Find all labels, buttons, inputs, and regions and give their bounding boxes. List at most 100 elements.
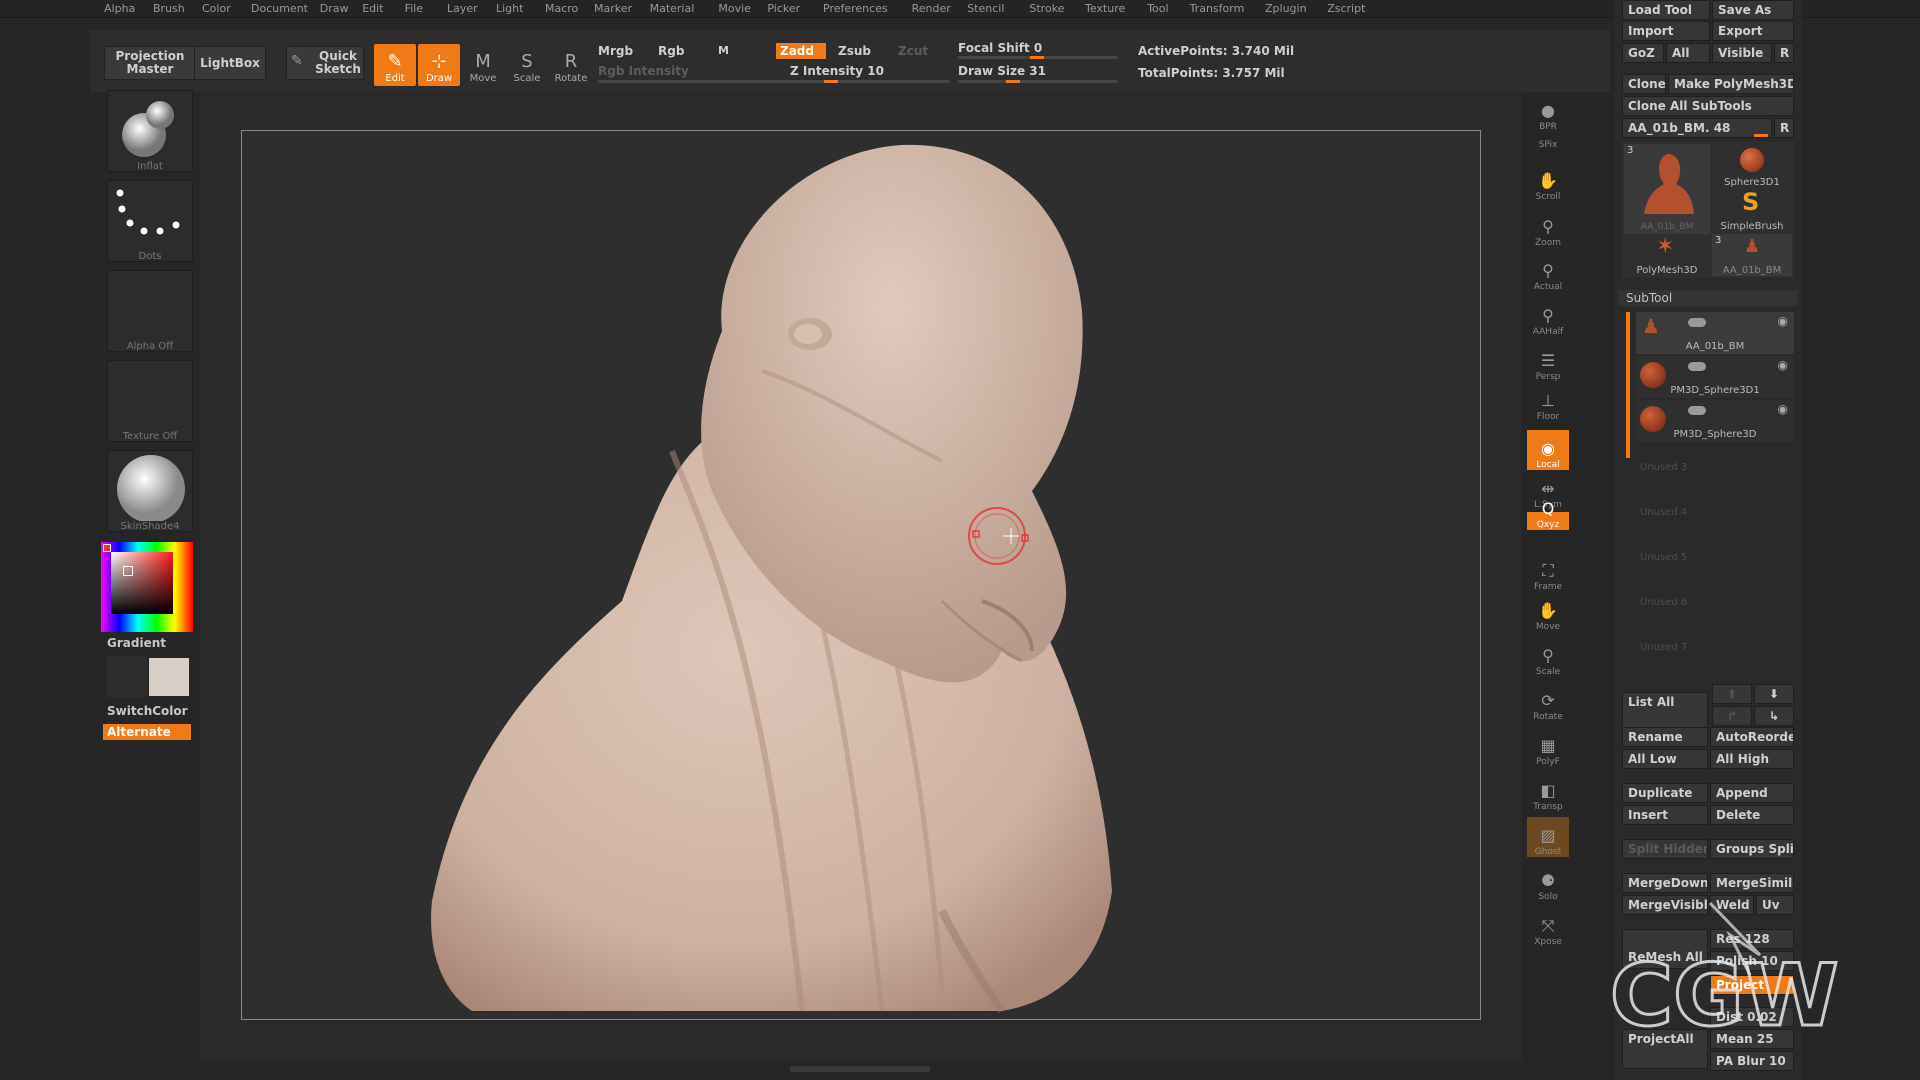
menu-picker[interactable]: Picker (767, 2, 800, 15)
right-rotate-button[interactable]: ⟳ Rotate (1527, 682, 1569, 723)
menu-color[interactable]: Color (202, 2, 231, 15)
right-bpr-button[interactable]: ● BPR (1527, 92, 1569, 133)
menu-zplugin[interactable]: Zplugin (1265, 2, 1307, 15)
tool-thumb-sphere3d1[interactable]: Sphere3D1 (1712, 144, 1792, 188)
eye-icon[interactable]: ◉ (1778, 402, 1788, 416)
menu-light[interactable]: Light (496, 2, 523, 15)
menu-texture[interactable]: Texture (1085, 2, 1125, 15)
all-high-button[interactable]: All High (1710, 749, 1794, 769)
move-up-button[interactable]: ⬆ (1712, 684, 1752, 704)
rename-button[interactable]: Rename (1622, 727, 1708, 747)
menu-brush[interactable]: Brush (153, 2, 185, 15)
color-picker[interactable] (101, 542, 193, 632)
visible-button[interactable]: Visible (1712, 43, 1772, 63)
list-all-button[interactable]: List All (1622, 692, 1708, 730)
pa-blur-slider[interactable]: PA Blur 10 (1710, 1051, 1794, 1071)
tool-move-button[interactable]: M Move (462, 44, 504, 86)
right-floor-button[interactable]: ⊥ Floor (1527, 382, 1569, 423)
quick-sketch-button[interactable]: ✎ Quick Sketch (286, 46, 364, 80)
right-frame-button[interactable]: ⛶ Frame (1527, 552, 1569, 593)
split-hidden-button[interactable]: Split Hidden (1622, 839, 1708, 859)
tool-thumb-simplebrush[interactable]: S SimpleBrush (1712, 188, 1792, 232)
color-picker-square[interactable] (111, 552, 173, 614)
texture-thumbnail[interactable]: Texture Off (107, 360, 193, 442)
zsub-toggle[interactable]: Zsub (838, 44, 871, 58)
switchcolor-button[interactable]: SwitchColor (107, 704, 188, 718)
menu-stencil[interactable]: Stencil (967, 2, 1004, 15)
menu-preferences[interactable]: Preferences (823, 2, 888, 15)
tool-rotate-button[interactable]: R Rotate (550, 44, 592, 86)
draw-size-track[interactable] (958, 80, 1118, 83)
move-down-button[interactable]: ⬇ (1754, 684, 1794, 704)
arrow-right-up-button[interactable]: ↱ (1712, 706, 1752, 726)
draw-size-slider[interactable]: Draw Size 31 (958, 64, 1046, 78)
menu-zscript[interactable]: Zscript (1327, 2, 1365, 15)
import-button[interactable]: Import (1622, 21, 1710, 41)
menu-marker[interactable]: Marker (594, 2, 632, 15)
right-transp-button[interactable]: ◧ Transp (1527, 772, 1569, 813)
goz-button[interactable]: GoZ (1622, 43, 1664, 63)
load-tool-button[interactable]: Load Tool (1622, 0, 1710, 20)
tool-edit-button[interactable]: ✎ Edit (374, 44, 416, 86)
goz-r-button[interactable]: R (1774, 43, 1794, 63)
tool-thumb-aa01b-2[interactable]: 3 ♟ AA_01b_BM (1712, 234, 1792, 276)
right-local-button[interactable]: ◉ Local (1527, 430, 1569, 470)
sculpted-creature-model[interactable] (242, 131, 1482, 1021)
z-intensity-slider[interactable]: Z Intensity 10 (790, 64, 884, 78)
duplicate-button[interactable]: Duplicate (1622, 783, 1708, 803)
save-as-button[interactable]: Save As (1712, 0, 1794, 20)
current-tool-slider[interactable]: AA_01b_BM. 48 (1622, 118, 1772, 138)
mrgb-toggle[interactable]: Mrgb (598, 44, 633, 58)
brush-thumbnail[interactable]: Inflat (107, 90, 193, 172)
goz-all-button[interactable]: All (1666, 43, 1710, 63)
menu-stroke[interactable]: Stroke (1029, 2, 1064, 15)
right-scale-button[interactable]: ⚲ Scale (1527, 637, 1569, 678)
clone-button[interactable]: Clone (1622, 74, 1666, 94)
right-move-button[interactable]: ✋ Move (1527, 592, 1569, 633)
menu-macro[interactable]: Macro (545, 2, 578, 15)
material-thumbnail[interactable]: SkinShade4 (107, 450, 193, 532)
lightbox-button[interactable]: LightBox (194, 46, 266, 80)
clone-all-subtools-button[interactable]: Clone All SubTools (1622, 96, 1794, 116)
make-polymesh-button[interactable]: Make PolyMesh3D (1668, 74, 1794, 94)
right-qxyz-button[interactable]: Q Qxyz (1527, 500, 1569, 530)
secondary-color-dark[interactable] (107, 656, 147, 698)
gradient-label[interactable]: Gradient (107, 636, 166, 650)
right-aahalf-button[interactable]: ⚲ AAHalf (1527, 297, 1569, 338)
tool-scale-button[interactable]: S Scale (506, 44, 548, 86)
subtool-header[interactable]: SubTool (1618, 290, 1798, 306)
menu-file[interactable]: File (405, 2, 423, 15)
alternate-button[interactable]: Alternate (103, 724, 191, 740)
projection-master-button[interactable]: Projection Master (104, 46, 196, 80)
focal-shift-track[interactable] (958, 56, 1118, 59)
right-ghost-button[interactable]: ▨ Ghost (1527, 817, 1569, 857)
eye-icon[interactable]: ◉ (1778, 358, 1788, 372)
focal-shift-slider[interactable]: Focal Shift 0 (958, 41, 1042, 55)
autoreorder-button[interactable]: AutoReorder (1710, 727, 1794, 747)
subtool-toggle-icon[interactable] (1688, 406, 1706, 415)
right-spix-button[interactable]: SPix (1527, 132, 1569, 150)
tool-thumb-aa01b[interactable]: 3 AA_01b_BM (1624, 144, 1710, 234)
menu-layer[interactable]: Layer (447, 2, 478, 15)
arrow-right-down-button[interactable]: ↳ (1754, 706, 1794, 726)
alpha-thumbnail[interactable]: Alpha Off (107, 270, 193, 352)
delete-button[interactable]: Delete (1710, 805, 1794, 825)
subtool-toggle-icon[interactable] (1688, 318, 1706, 327)
mergedown-button[interactable]: MergeDown (1622, 873, 1708, 893)
append-button[interactable]: Append (1710, 783, 1794, 803)
all-low-button[interactable]: All Low (1622, 749, 1708, 769)
right-zoom-button[interactable]: ⚲ Zoom (1527, 208, 1569, 249)
subtool-item[interactable]: ◉ PM3D_Sphere3D (1636, 400, 1794, 442)
rgb-toggle[interactable]: Rgb (658, 44, 684, 58)
menu-transform[interactable]: Transform (1190, 2, 1245, 15)
document-canvas[interactable] (241, 130, 1481, 1020)
zadd-toggle[interactable]: Zadd (776, 43, 826, 59)
right-xpose-button[interactable]: ⤧ Xpose (1527, 907, 1569, 948)
subtool-item[interactable]: ◉ PM3D_Sphere3D1 (1636, 356, 1794, 398)
menu-material[interactable]: Material (650, 2, 695, 15)
right-solo-button[interactable]: ⚈ Solo (1527, 862, 1569, 903)
tool-draw-button[interactable]: ⊹ Draw (418, 44, 460, 86)
right-polyf-button[interactable]: ▦ PolyF (1527, 727, 1569, 768)
bottom-tray-handle[interactable] (790, 1066, 930, 1072)
rgb-intensity-slider[interactable]: Rgb Intensity (598, 64, 689, 78)
